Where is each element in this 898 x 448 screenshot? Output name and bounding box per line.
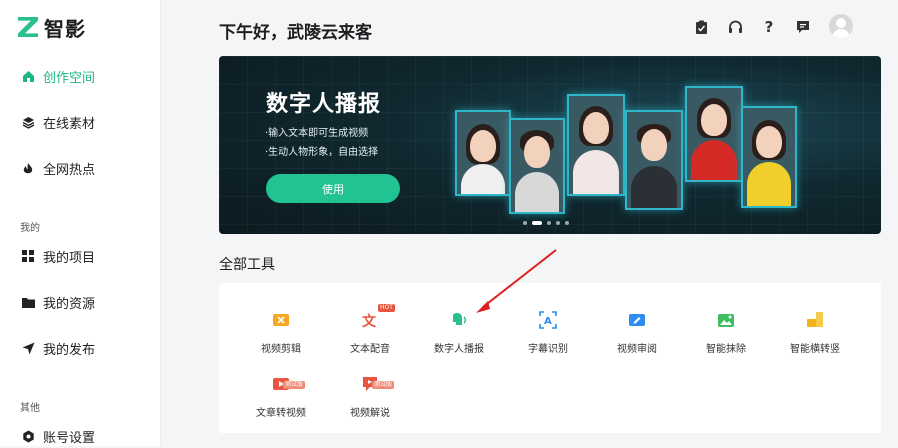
subtitle-recognize-icon: A [539,311,557,329]
clipboard-icon[interactable] [692,18,710,36]
carousel-dot[interactable] [523,221,527,225]
beta-badge: 测试版 [283,381,306,389]
sidebar-item-label: 全网热点 [43,162,96,178]
video-cut-icon [272,311,290,329]
presenter-card [509,118,565,214]
carousel-dot[interactable] [556,221,560,225]
sidebar-item-label: 我的资源 [43,296,96,312]
tool-smart-erase[interactable]: 智能抹除 [690,291,762,355]
tool-landscape-to-portrait[interactable]: 智能横转竖 [779,291,851,355]
presenter-card [625,110,683,210]
tool-label: 文本配音 [350,344,390,355]
video-review-icon [628,311,646,329]
banner-feature-line: ·输入文本即可生成视频 [265,128,369,139]
tool-label: 视频审阅 [617,344,657,355]
text-voice-icon: 文 [361,311,379,330]
home-icon [21,69,35,83]
sidebar-item-hot-topics[interactable]: 全网热点 [0,156,160,180]
banner-feature-line: ·生动人物形象，自由选择 [265,147,379,158]
tool-text-voice[interactable]: 文 HOT 文本配音 [334,291,406,355]
sidebar-item-creation-space[interactable]: 创作空间 [0,64,160,88]
section-label-mine: 我的 [20,223,40,234]
landscape-to-portrait-icon [806,311,824,329]
tool-video-edit[interactable]: 视频剪辑 [245,291,317,355]
tool-label: 智能抹除 [706,344,746,355]
flame-icon [21,161,35,175]
send-icon [21,341,35,355]
tool-label: 数字人播报 [434,344,484,355]
layers-icon [21,115,35,129]
tool-label: 视频剪辑 [261,344,301,355]
sidebar-item-label: 创作空间 [43,70,96,86]
tool-label: 字幕识别 [528,344,568,355]
banner-title: 数字人播报 [266,92,382,117]
brand-name: 智影 [44,16,86,41]
presenter-card [567,94,625,196]
sidebar-item-label: 我的发布 [43,342,96,358]
settings-icon [21,429,35,443]
tool-label: 视频解说 [350,408,390,419]
headset-icon[interactable] [726,18,744,36]
digital-human-icon [450,311,468,329]
carousel-dot[interactable] [547,221,551,225]
presenter-card [741,106,797,208]
sidebar-item-label: 账号设置 [43,430,96,446]
banner-use-button[interactable]: 使用 [266,174,400,203]
sidebar-item-my-publish[interactable]: 我的发布 [0,336,160,360]
hot-badge: HOT [378,304,395,312]
beta-badge: 测试版 [372,381,395,389]
carousel-dots [523,221,569,225]
tool-subtitle-recognize[interactable]: A 字幕识别 [512,291,584,355]
presenter-card [455,110,511,196]
sidebar-item-my-projects[interactable]: 我的项目 [0,244,160,268]
svg-text:文: 文 [362,313,377,329]
tool-video-review[interactable]: 视频审阅 [601,291,673,355]
folder-icon [21,295,35,309]
tool-article-to-video[interactable]: 测试版 文章转视频 [245,355,317,419]
smart-erase-icon [717,311,735,329]
sidebar-item-label: 我的项目 [43,250,96,266]
tools-section-title: 全部工具 [219,257,275,273]
presenter-card [685,86,743,182]
section-label-other: 其他 [20,403,40,414]
tool-label: 智能横转竖 [790,344,840,355]
logo-icon [18,17,38,37]
promo-banner[interactable]: 数字人播报 ·输入文本即可生成视频 ·生动人物形象，自由选择 使用 [219,56,881,234]
brand-logo[interactable]: 智影 [18,14,86,41]
page-greeting: 下午好，武陵云来客 [219,23,372,43]
sidebar-item-label: 在线素材 [43,116,96,132]
message-icon[interactable] [794,18,812,36]
sidebar-item-account-settings[interactable]: 账号设置 [0,424,160,448]
sidebar-item-my-resources[interactable]: 我的资源 [0,290,160,314]
avatar-head [836,18,846,28]
avatar-body [832,29,850,38]
help-icon[interactable]: ? [760,18,778,36]
tool-digital-human[interactable]: 数字人播报 [423,291,495,355]
tools-panel: 视频剪辑 文 HOT 文本配音 数字人播报 A 字幕识别 视频审阅 智能抹除 智… [219,283,881,433]
grid-icon [21,249,35,263]
sidebar-item-online-material[interactable]: 在线素材 [0,110,160,134]
carousel-dot[interactable] [565,221,569,225]
svg-text:A: A [544,316,552,327]
sidebar: 智影 创作空间 在线素材 全网热点 我的 我的项目 我的资源 我的发布 其他 账… [0,0,161,446]
tool-video-narration[interactable]: 测试版 视频解说 [334,355,406,419]
avatar[interactable] [829,14,853,38]
tool-label: 文章转视频 [256,408,306,419]
carousel-dot-active[interactable] [532,221,542,225]
